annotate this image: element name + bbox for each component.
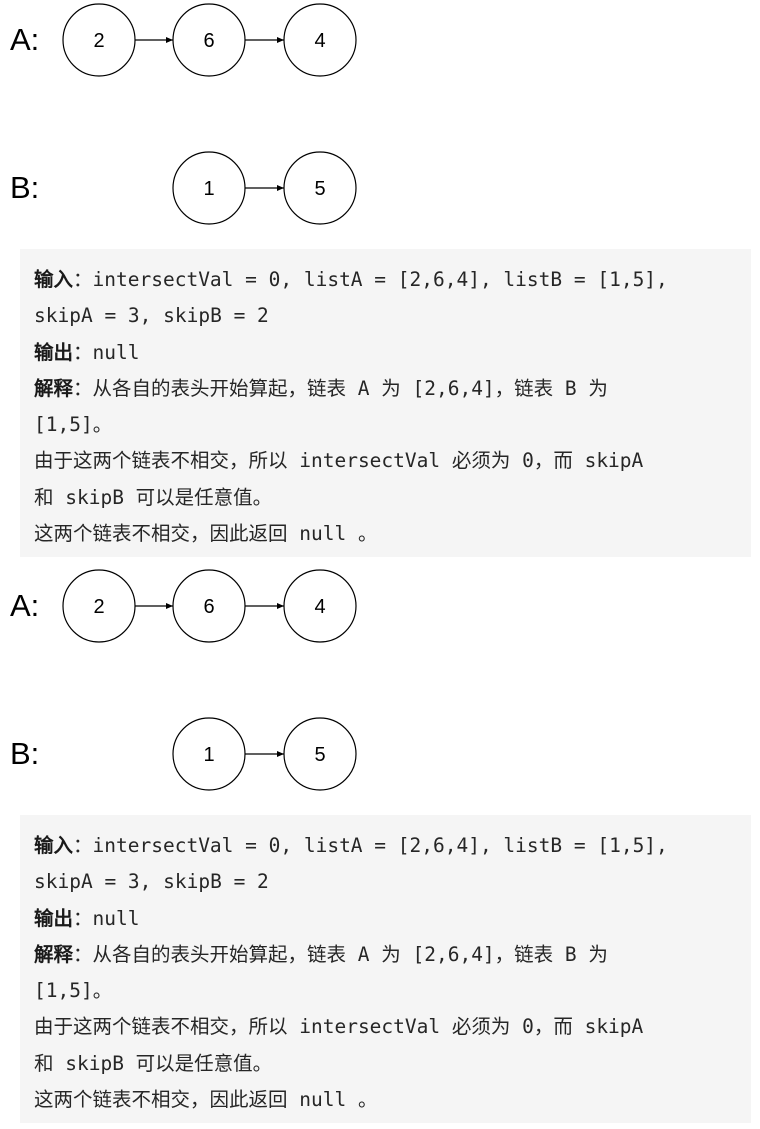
explain-line-4: 和 skipB 可以是任意值。 bbox=[34, 1051, 273, 1075]
node-value: 6 bbox=[203, 596, 214, 618]
input-line: 输入：intersectVal = 0, listA = [2,6,4], li… bbox=[34, 262, 751, 298]
input-colon: ： bbox=[73, 268, 93, 291]
diagram-svg: A: 2 6 4 B: 1 5 bbox=[10, 3, 357, 225]
linked-list-diagram: A: 2 6 4 B: 1 5 bbox=[0, 566, 760, 814]
node-value: 2 bbox=[93, 596, 104, 618]
explain-colon: ： bbox=[73, 942, 93, 966]
output-label: 输出 bbox=[34, 906, 74, 930]
explain-colon: ： bbox=[73, 376, 93, 400]
explain-line-2: [1,5]。 bbox=[34, 413, 113, 437]
node-value: 4 bbox=[314, 30, 325, 52]
explain-text: 从各自的表头开始算起，链表 A 为 [2,6,4]，链表 B 为 bbox=[92, 376, 608, 400]
input-label: 输入 bbox=[34, 834, 74, 857]
input-text: intersectVal = 0, listA = [2,6,4], listB… bbox=[92, 834, 668, 857]
node-value: 1 bbox=[203, 178, 214, 200]
output-value: null bbox=[92, 340, 140, 364]
explain-line-5: 这两个链表不相交，因此返回 null 。 bbox=[34, 1088, 378, 1112]
node-value: 6 bbox=[203, 30, 214, 52]
input-colon: ： bbox=[73, 834, 93, 857]
example-section-1: A: 2 6 4 B: 1 5 输入：intersectVal = 0, lis… bbox=[0, 0, 760, 565]
explain-line-3: 由于这两个链表不相交，所以 intersectVal 必须为 0，而 skipA bbox=[34, 1015, 644, 1039]
input-line-2: skipA = 3, skipB = 2 bbox=[34, 304, 269, 328]
explain-line: 解释：从各自的表头开始算起，链表 A 为 [2,6,4]，链表 B 为 bbox=[34, 371, 751, 407]
input-line-2: skipA = 3, skipB = 2 bbox=[34, 870, 269, 894]
list-b-label: B: bbox=[10, 736, 39, 771]
list-b-label: B: bbox=[10, 170, 39, 205]
example-code-block: 输入：intersectVal = 0, listA = [2,6,4], li… bbox=[20, 249, 751, 557]
output-colon: ： bbox=[73, 906, 93, 930]
list-a-label: A: bbox=[10, 588, 39, 623]
input-label: 输入 bbox=[34, 268, 74, 291]
explain-line-5: 这两个链表不相交，因此返回 null 。 bbox=[34, 522, 378, 546]
node-value: 4 bbox=[314, 596, 325, 618]
node-value: 5 bbox=[314, 744, 325, 766]
list-a-label: A: bbox=[10, 22, 39, 57]
node-value: 1 bbox=[203, 744, 214, 766]
linked-list-diagram: A: 2 6 4 B: 1 5 bbox=[0, 0, 760, 248]
example-code-block: 输入：intersectVal = 0, listA = [2,6,4], li… bbox=[20, 815, 751, 1123]
explain-line-3: 由于这两个链表不相交，所以 intersectVal 必须为 0，而 skipA bbox=[34, 449, 644, 473]
input-text: intersectVal = 0, listA = [2,6,4], listB… bbox=[92, 268, 668, 291]
input-line: 输入：intersectVal = 0, listA = [2,6,4], li… bbox=[34, 828, 751, 864]
diagram-svg: A: 2 6 4 B: 1 5 bbox=[10, 569, 357, 791]
explain-label: 解释 bbox=[34, 942, 74, 966]
explain-line-4: 和 skipB 可以是任意值。 bbox=[34, 485, 273, 509]
explain-line-2: [1,5]。 bbox=[34, 979, 113, 1003]
node-value: 5 bbox=[314, 178, 325, 200]
output-colon: ： bbox=[73, 340, 93, 364]
output-line: 输出：null bbox=[34, 901, 751, 937]
output-line: 输出：null bbox=[34, 335, 751, 371]
node-value: 2 bbox=[93, 30, 104, 52]
output-label: 输出 bbox=[34, 340, 74, 364]
explain-line: 解释：从各自的表头开始算起，链表 A 为 [2,6,4]，链表 B 为 bbox=[34, 937, 751, 973]
output-value: null bbox=[92, 906, 140, 930]
explain-text: 从各自的表头开始算起，链表 A 为 [2,6,4]，链表 B 为 bbox=[92, 942, 608, 966]
explain-label: 解释 bbox=[34, 376, 74, 400]
example-section-2: A: 2 6 4 B: 1 5 输入：intersectVal = 0, lis… bbox=[0, 566, 760, 1129]
